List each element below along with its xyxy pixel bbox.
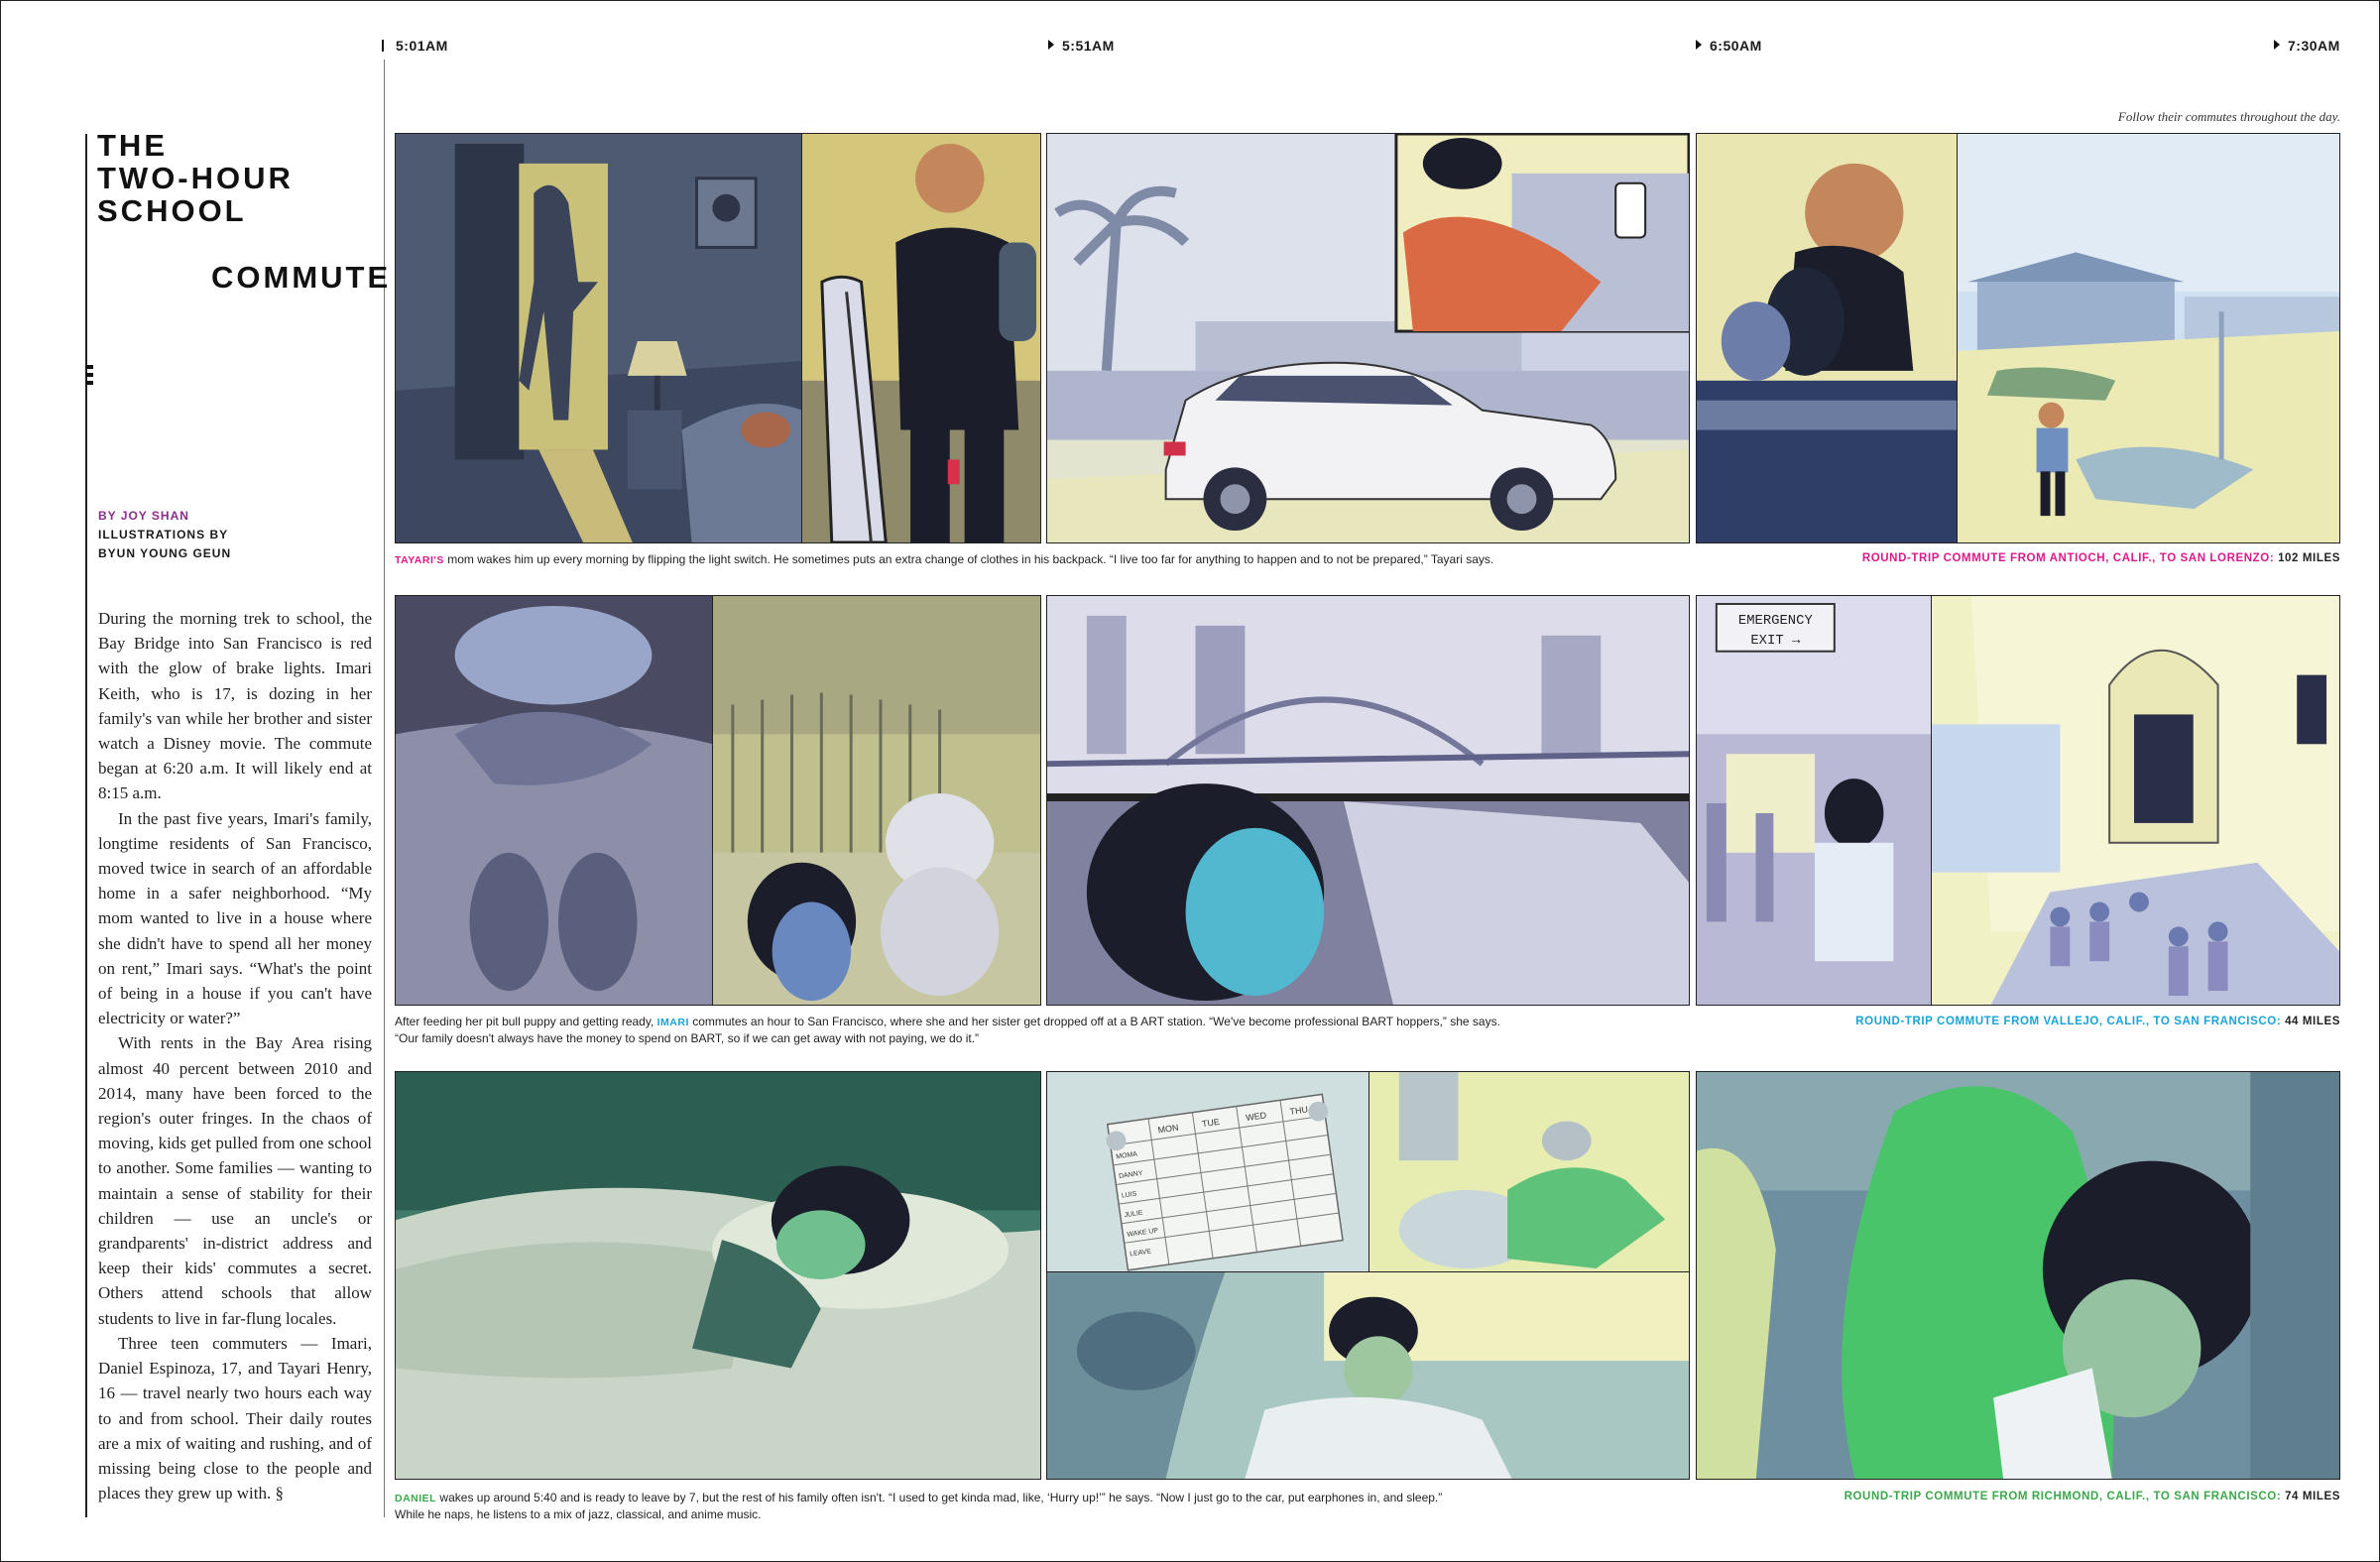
triangle-right-icon [1048,40,1054,50]
emergency-sign-line-1: EMERGENCY [1738,613,1814,629]
time-label: 5:51AM [1048,38,1115,54]
time-label: 5:01AM [396,38,448,54]
illustration-panel-breakfast [1368,1071,1690,1273]
illustration-panel-bart-station: EMERGENCY EXIT → [1696,595,1932,1006]
timeline: 5:01AM 5:51AM 6:50AM 7:30AM [382,34,2340,58]
follow-note: Follow their commutes throughout the day… [2117,109,2340,124]
byline-author: BY JOY SHAN [98,509,189,523]
illustration-panel-reading-in-car [1696,1071,2340,1480]
commute-distance-row-1: ROUND-TRIP COMMUTE FROM ANTIOCH, CALIF.,… [1861,552,2340,564]
paragraph: Three teen commuters — Imari, Daniel Esp… [98,1333,372,1503]
timeline-start-marker [382,40,384,52]
illustration-panel-bay-bridge [1046,595,1690,1006]
illustration-panel-sleeping-on-bart [1696,133,1959,543]
section-marker-icon [85,365,93,389]
caption-row-2: After feeding her pit bull puppy and get… [395,1015,1500,1045]
illustration-panel-school-entrance [1931,595,2340,1006]
illustration-panel-car-at-house [1046,133,1690,543]
commute-distance-row-3: ROUND-TRIP COMMUTE FROM RICHMOND, CALIF.… [1844,1491,2340,1502]
article-body: During the morning trek to school, the B… [98,606,372,1505]
illustration-panel-schedule: MON TUE WED THU MOMA DANNY LUIS JULIE WA… [1046,1071,1370,1273]
paragraph: With rents in the Bay Area rising almost… [98,1033,372,1328]
caption-name: IMARI [656,1017,689,1028]
caption-row-3: DANIEL wakes up around 5:40 and is ready… [395,1491,1443,1521]
triangle-right-icon [1696,40,1702,50]
illustration-panel-daniel-sleeping [395,1071,1041,1480]
time-label: 7:30AM [2274,38,2340,54]
triangle-right-icon [2274,40,2280,50]
article-title: THE TWO-HOUR SCHOOL [97,128,294,228]
paragraph: In the past five years, Imari's family, … [98,808,372,1028]
byline-illustrator-label: ILLUSTRATIONS BY [98,528,229,541]
illustration-panel-bed-feet [395,595,714,1006]
article-title-last-word: COMMUTE [211,260,392,295]
illustration-panel-car-earphones [1046,1271,1690,1480]
byline: BY JOY SHAN ILLUSTRATIONS BY BYUN YOUNG … [98,507,231,563]
paragraph: During the morning trek to school, the B… [98,609,372,803]
emergency-sign-line-2: EXIT → [1750,633,1801,649]
commute-distance-row-2: ROUND-TRIP COMMUTE FROM VALLEJO, CALIF.,… [1855,1016,2340,1027]
caption-name: TAYARI'S [395,554,444,566]
illustration-panel-pit-bull [712,595,1041,1006]
illustration-panel-bedroom-door [395,133,803,543]
time-label: 6:50AM [1696,38,1762,54]
byline-illustrator-name: BYUN YOUNG GEUN [98,546,232,560]
illustration-panel-dressing [801,133,1041,543]
caption-name: DANIEL [395,1493,437,1504]
caption-row-1: TAYARI'S mom wakes him up every morning … [395,552,1494,566]
illustration-panel-walking-to-school [1957,133,2340,543]
left-rule [85,134,87,1517]
